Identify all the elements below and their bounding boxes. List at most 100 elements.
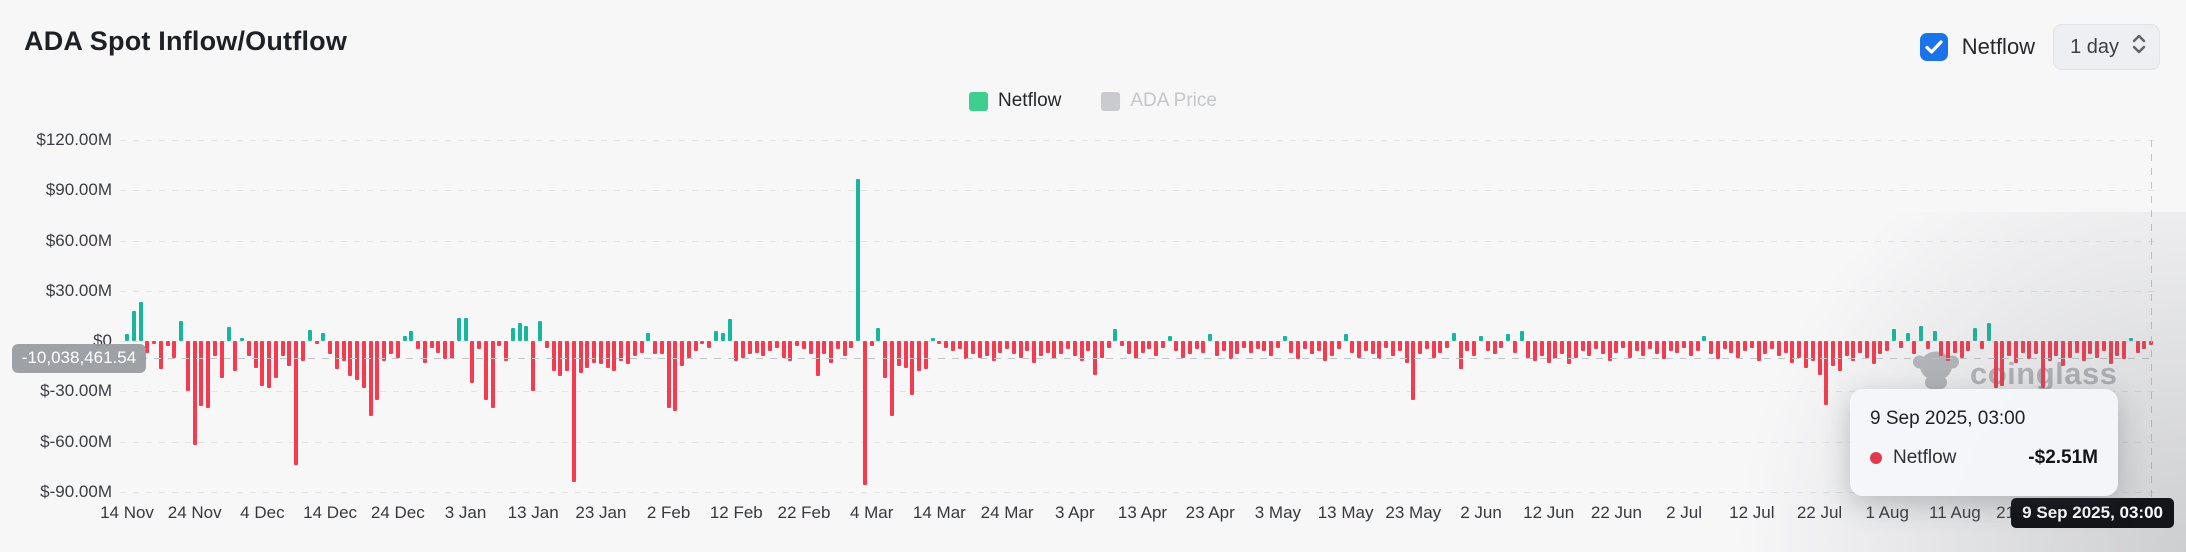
netflow-bar[interactable]	[667, 341, 671, 408]
netflow-bar[interactable]	[822, 341, 826, 354]
netflow-bar[interactable]	[1283, 336, 1287, 341]
netflow-bar[interactable]	[416, 341, 420, 349]
netflow-bar[interactable]	[362, 341, 366, 388]
netflow-bar[interactable]	[1127, 341, 1131, 354]
netflow-bar[interactable]	[565, 341, 569, 371]
netflow-bar[interactable]	[247, 341, 251, 356]
netflow-bar[interactable]	[2007, 341, 2011, 356]
netflow-bar[interactable]	[1628, 341, 1632, 358]
netflow-bar[interactable]	[592, 341, 596, 363]
netflow-bar[interactable]	[1459, 341, 1463, 369]
netflow-bar[interactable]	[1506, 334, 1510, 341]
netflow-bar[interactable]	[1249, 341, 1253, 353]
netflow-bar[interactable]	[139, 302, 143, 341]
netflow-bar[interactable]	[1005, 341, 1009, 349]
netflow-bar[interactable]	[809, 341, 813, 354]
netflow-bar[interactable]	[1398, 341, 1402, 351]
netflow-bar[interactable]	[1289, 341, 1293, 353]
netflow-bar[interactable]	[1438, 341, 1442, 353]
netflow-bar[interactable]	[1425, 341, 1429, 349]
netflow-bar[interactable]	[646, 333, 650, 341]
netflow-bar[interactable]	[1066, 341, 1070, 349]
netflow-bar[interactable]	[355, 341, 359, 380]
netflow-bar[interactable]	[1560, 341, 1564, 354]
netflow-bar[interactable]	[1391, 341, 1395, 356]
netflow-bar[interactable]	[1201, 341, 1205, 353]
netflow-bar[interactable]	[721, 333, 725, 341]
netflow-bar[interactable]	[2054, 341, 2058, 356]
netflow-bar[interactable]	[1032, 341, 1036, 363]
netflow-bar[interactable]	[552, 341, 556, 371]
netflow-bar[interactable]	[1384, 341, 1388, 348]
netflow-bar[interactable]	[240, 338, 244, 341]
netflow-bar[interactable]	[1222, 341, 1226, 351]
netflow-bar[interactable]	[1973, 328, 1977, 341]
netflow-bar[interactable]	[1486, 341, 1490, 351]
netflow-bar[interactable]	[335, 341, 339, 369]
netflow-bar[interactable]	[274, 341, 278, 378]
netflow-bar[interactable]	[1926, 341, 1930, 349]
netflow-bar[interactable]	[1195, 341, 1199, 349]
netflow-bar[interactable]	[1472, 341, 1476, 356]
netflow-bar[interactable]	[409, 331, 413, 341]
netflow-bar[interactable]	[1520, 331, 1524, 341]
netflow-bar[interactable]	[1960, 341, 1964, 358]
netflow-bar[interactable]	[1012, 341, 1016, 354]
netflow-bar[interactable]	[687, 341, 691, 358]
netflow-bar[interactable]	[870, 341, 874, 346]
netflow-bar[interactable]	[978, 341, 982, 358]
netflow-bar[interactable]	[227, 327, 231, 341]
netflow-bar[interactable]	[1648, 341, 1652, 349]
netflow-bar[interactable]	[897, 341, 901, 366]
netflow-bar[interactable]	[1662, 341, 1666, 359]
netflow-bar[interactable]	[1168, 336, 1172, 341]
netflow-bar[interactable]	[863, 341, 867, 485]
netflow-bar[interactable]	[193, 341, 197, 445]
netflow-bar[interactable]	[1919, 326, 1923, 341]
netflow-bar[interactable]	[694, 341, 698, 351]
netflow-bar[interactable]	[904, 341, 908, 368]
netflow-bar[interactable]	[1357, 341, 1361, 358]
netflow-bar[interactable]	[1086, 341, 1090, 351]
netflow-bar[interactable]	[1574, 341, 1578, 358]
netflow-bar[interactable]	[1229, 341, 1233, 359]
netflow-bar[interactable]	[159, 341, 163, 369]
netflow-toggle[interactable]: Netflow	[1920, 33, 2035, 61]
netflow-bar[interactable]	[132, 311, 136, 341]
netflow-bar[interactable]	[1567, 341, 1571, 364]
netflow-bar[interactable]	[484, 341, 488, 400]
netflow-bar[interactable]	[267, 341, 271, 388]
netflow-bar[interactable]	[477, 341, 481, 349]
netflow-bar[interactable]	[1154, 341, 1158, 356]
netflow-bar[interactable]	[1262, 341, 1266, 351]
netflow-bar[interactable]	[1899, 341, 1903, 348]
netflow-bar[interactable]	[1174, 341, 1178, 351]
netflow-bar[interactable]	[1296, 341, 1300, 359]
netflow-bar[interactable]	[206, 341, 210, 408]
netflow-bar[interactable]	[1635, 341, 1639, 351]
netflow-bar[interactable]	[1418, 341, 1422, 354]
netflow-bar[interactable]	[1310, 341, 1314, 354]
netflow-bar[interactable]	[464, 318, 468, 341]
netflow-bar[interactable]	[396, 341, 400, 358]
netflow-bar[interactable]	[2075, 341, 2079, 353]
netflow-bar[interactable]	[430, 341, 434, 348]
netflow-bar[interactable]	[1702, 336, 1706, 341]
netflow-bar[interactable]	[985, 341, 989, 356]
netflow-bar[interactable]	[1046, 341, 1050, 353]
netflow-bar[interactable]	[673, 341, 677, 411]
netflow-bar[interactable]	[1147, 341, 1151, 349]
netflow-bar[interactable]	[707, 341, 711, 348]
netflow-bar[interactable]	[1906, 333, 1910, 341]
netflow-bar[interactable]	[1141, 341, 1145, 353]
netflow-bar[interactable]	[1073, 341, 1077, 356]
netflow-bar[interactable]	[1019, 341, 1023, 358]
netflow-bar[interactable]	[1885, 341, 1889, 351]
netflow-bar[interactable]	[2027, 341, 2031, 359]
netflow-bar[interactable]	[1432, 341, 1436, 358]
netflow-bar[interactable]	[1729, 341, 1733, 353]
netflow-bar[interactable]	[775, 341, 779, 348]
netflow-bar[interactable]	[1052, 341, 1056, 359]
netflow-bar[interactable]	[1371, 341, 1375, 354]
netflow-bar[interactable]	[2088, 341, 2092, 354]
